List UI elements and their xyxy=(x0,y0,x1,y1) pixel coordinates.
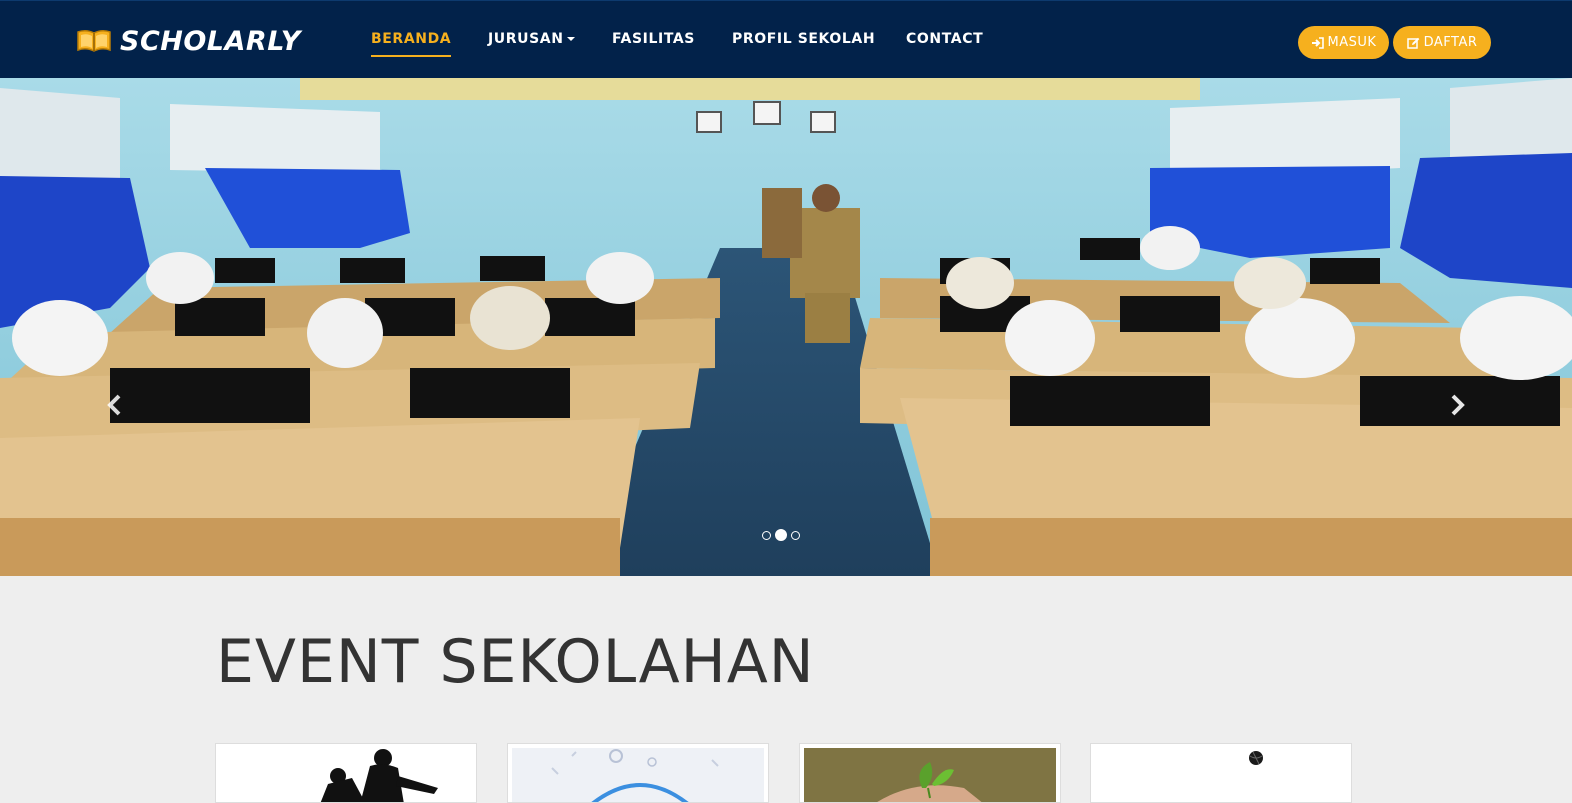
event-card-thumbnail xyxy=(512,748,764,802)
carousel-prev-button[interactable] xyxy=(100,390,130,420)
top-navbar: SCHOLARLY BERANDA JURUSAN FASILITAS PROF… xyxy=(0,0,1572,78)
open-book-icon xyxy=(76,28,112,54)
nav-profil-sekolah[interactable]: PROFIL SEKOLAH xyxy=(732,31,875,47)
edit-icon xyxy=(1406,37,1420,49)
daftar-label: DAFTAR xyxy=(1423,35,1478,50)
event-card-thumbnail xyxy=(220,748,472,802)
carousel-next-button[interactable] xyxy=(1442,390,1472,420)
brand-name: SCHOLARLY xyxy=(120,25,301,57)
nav-contact[interactable]: CONTACT xyxy=(906,31,983,47)
carousel-indicators xyxy=(762,529,800,541)
sign-in-icon xyxy=(1311,36,1324,49)
events-section-title: EVENT SEKOLAHAN xyxy=(216,627,815,697)
caret-down-icon xyxy=(566,37,575,41)
nav-profil-label: PROFIL SEKOLAH xyxy=(732,31,876,47)
daftar-button[interactable]: DAFTAR xyxy=(1393,26,1491,59)
masuk-label: MASUK xyxy=(1327,35,1377,50)
nav-jurusan-dropdown[interactable]: JURUSAN xyxy=(488,31,575,47)
carousel-indicator-1[interactable] xyxy=(762,530,771,540)
event-card[interactable] xyxy=(799,743,1061,803)
hero-carousel xyxy=(0,78,1572,576)
nav-fasilitas-label: FASILITAS xyxy=(612,31,695,47)
carousel-indicator-3[interactable] xyxy=(791,530,800,540)
nav-beranda-label: BERANDA xyxy=(371,31,452,47)
active-underline xyxy=(371,55,452,57)
nav-fasilitas[interactable]: FASILITAS xyxy=(612,31,695,47)
masuk-button[interactable]: MASUK xyxy=(1298,26,1389,59)
chevron-right-icon xyxy=(1442,394,1472,424)
event-card[interactable] xyxy=(1090,743,1352,803)
event-card[interactable] xyxy=(507,743,769,803)
nav-contact-label: CONTACT xyxy=(906,31,984,47)
nav-beranda[interactable]: BERANDA xyxy=(371,31,452,57)
nav-jurusan-label: JURUSAN xyxy=(488,31,564,47)
event-card[interactable] xyxy=(215,743,477,803)
classroom-slide-image xyxy=(0,78,1572,576)
brand-logo-link[interactable]: SCHOLARLY xyxy=(76,25,301,57)
carousel-indicator-2[interactable] xyxy=(775,529,787,541)
event-card-thumbnail xyxy=(804,748,1056,802)
chevron-left-icon xyxy=(100,394,130,424)
event-card-thumbnail xyxy=(1095,748,1347,802)
